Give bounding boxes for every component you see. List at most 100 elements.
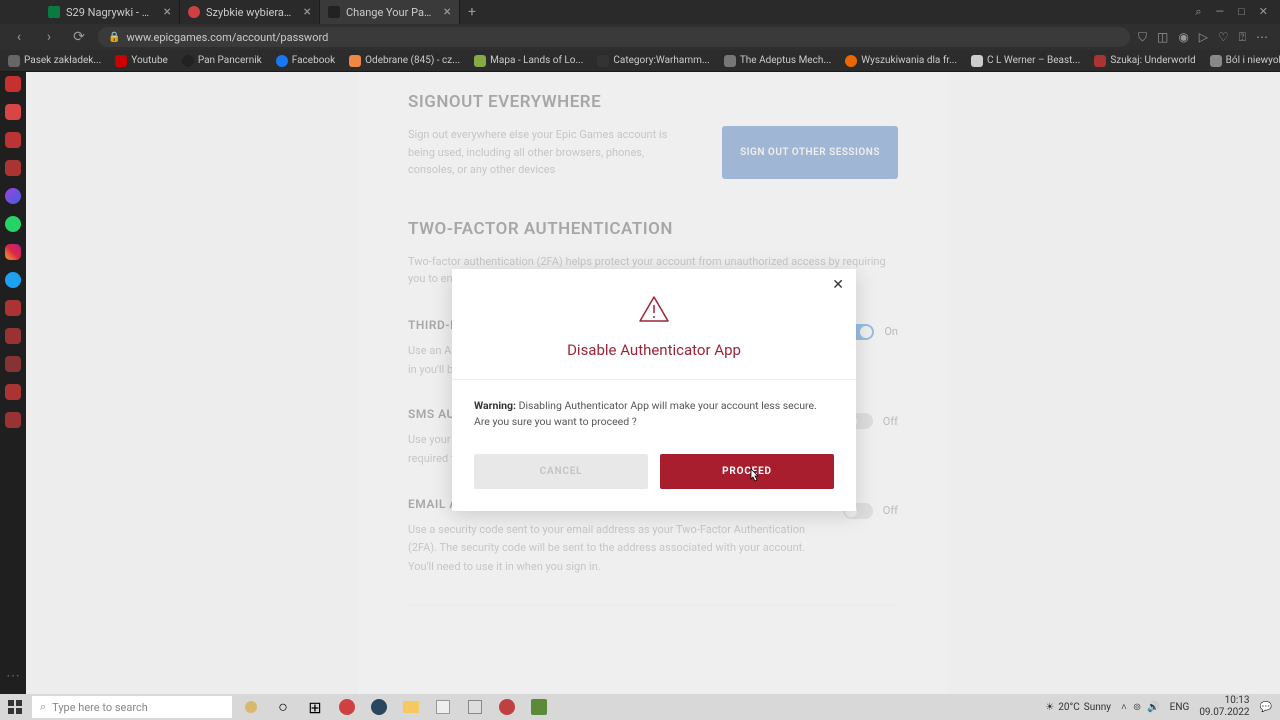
bookmark-item[interactable]: The Adeptus Mech... [724,55,831,67]
close-icon[interactable]: × [444,4,451,20]
tabs-row: S29 Nagrywki - Arkusze G... × Szybkie wy… [0,0,484,24]
bookmark-item[interactable]: Pasek zakładek... [8,55,101,67]
clock[interactable]: 10:13 09.07.2022 [1199,695,1249,719]
tab-sheets[interactable]: S29 Nagrywki - Arkusze G... × [40,0,180,24]
close-window-icon[interactable]: ✕ [1259,5,1268,19]
instagram-icon[interactable] [5,244,21,260]
weather-widget[interactable]: ☀ 20°C Sunny [1045,702,1111,713]
bookmark-label: Facebook [292,55,335,66]
minimize-icon[interactable]: — [1216,5,1225,19]
maximize-icon[interactable]: □ [1238,5,1245,19]
start-button[interactable] [0,694,30,720]
taskbar-app[interactable] [236,694,266,720]
explorer-icon[interactable] [396,694,426,720]
bookmark-item[interactable]: Youtube [115,55,168,67]
modal-buttons: CANCEL PROCEED [474,454,834,489]
cancel-button[interactable]: CANCEL [474,454,648,489]
steam-icon[interactable] [364,694,394,720]
bookmark-item[interactable]: Ból i niewyobrażaln... [1210,55,1280,67]
tab-title: Change Your Password [346,6,434,19]
sidebar-icon[interactable] [5,356,21,372]
sidebar-icon[interactable] [5,328,21,344]
bookmark-item[interactable]: Mapa - Lands of Lo... [474,55,583,67]
url-text: www.epicgames.com/account/password [126,31,328,44]
bookmark-item[interactable]: Szukaj: Underworld [1094,55,1195,67]
new-tab-button[interactable]: + [460,0,484,24]
wifi-icon[interactable]: ⊚ [1133,702,1141,713]
tab-epic-active[interactable]: Change Your Password × [320,0,460,24]
toolbar-icons: ⛉ ◫ ◉ ▷ ♡ ⍰ ⋯ [1138,30,1268,45]
bookmarks-bar: Pasek zakładek... Youtube Pan Pancernik … [0,50,1280,72]
sidebar-more-icon[interactable]: ⋯ [5,668,21,684]
camera-icon[interactable]: ◉ [1178,30,1188,45]
taskview-icon[interactable]: ⊞ [300,694,330,720]
bookmark-item[interactable]: Wyszukiwania dla fr... [845,55,957,67]
cube-icon[interactable]: ◫ [1157,30,1168,45]
tab-title: S29 Nagrywki - Arkusze G... [66,6,154,19]
taskbar-app[interactable] [492,694,522,720]
time: 10:13 [1199,695,1249,707]
browser-titlebar: S29 Nagrywki - Arkusze G... × Szybkie wy… [0,0,1280,24]
close-icon[interactable]: × [164,4,171,20]
forward-button[interactable]: › [38,29,60,45]
sidebar-icon[interactable] [5,104,21,120]
bookmark-label: Pasek zakładek... [24,55,101,66]
play-icon[interactable]: ▷ [1199,30,1208,45]
tray-icons: ˄ ⊚ 🔊 [1121,702,1160,713]
chevron-up-icon[interactable]: ˄ [1121,702,1127,713]
bookmark-label: Youtube [131,55,168,66]
sidebar-icon[interactable] [5,132,21,148]
taskbar-app[interactable] [460,694,490,720]
shield-icon[interactable]: ⛉ [1138,30,1147,45]
cortana-icon[interactable]: ○ [268,694,298,720]
modal-header: ✕ Disable Authenticator App [452,269,856,380]
bookmark-item[interactable]: Facebook [276,55,335,67]
bookmark-item[interactable]: Pan Pancernik [182,55,262,67]
taskbar-search[interactable]: ⌕ Type here to search [32,696,232,718]
address-bar[interactable]: 🔒 www.epicgames.com/account/password [98,27,1130,47]
taskbar-tray: ☀ 20°C Sunny ˄ ⊚ 🔊 ENG 10:13 09.07.2022 … [1045,695,1280,719]
notifications-icon[interactable]: 💬 [1260,702,1272,713]
epic-icon [328,6,340,18]
modal-warning: Warning: Disabling Authenticator App wil… [474,398,834,430]
messenger-icon[interactable] [5,188,21,204]
bookmark-label: Mapa - Lands of Lo... [490,55,583,66]
back-button[interactable]: ‹ [8,29,30,45]
close-icon[interactable]: ✕ [832,277,844,293]
bookmark-label: Category:Warhamm... [613,55,709,66]
sidebar-icon[interactable] [5,76,21,92]
bookmark-item[interactable]: Category:Warhamm... [597,55,709,67]
heart-icon[interactable]: ♡ [1218,30,1229,45]
bookmark-label: Pan Pancernik [198,55,262,66]
reload-button[interactable]: ⟳ [68,29,90,45]
warning-text: Disabling Authenticator App will make yo… [474,399,817,428]
menu-icon[interactable]: ⋯ [1256,30,1268,45]
bookmark-item[interactable]: Odebrane (845) - cz... [349,55,460,67]
close-icon[interactable]: × [304,4,311,20]
opera-app-icon[interactable] [332,694,362,720]
profile-icon[interactable]: ⍰ [1239,30,1246,45]
sidebar-icon[interactable] [5,300,21,316]
tab-title: Szybkie wybieranie [206,6,294,19]
date: 09.07.2022 [1199,707,1249,719]
taskbar-app[interactable] [428,694,458,720]
modal-title: Disable Authenticator App [472,341,836,359]
disable-auth-modal: ✕ Disable Authenticator App Warning: Dis… [452,269,856,511]
sidebar-icon[interactable] [5,384,21,400]
bookmark-item[interactable]: C L Werner – Beast... [971,55,1080,67]
taskbar-app[interactable] [524,694,554,720]
tab-speeddial[interactable]: Szybkie wybieranie × [180,0,320,24]
whatsapp-icon[interactable] [5,216,21,232]
volume-icon[interactable]: 🔊 [1147,702,1159,713]
sidebar-icon[interactable] [5,412,21,428]
lock-icon: 🔒 [108,32,120,43]
opera-icon [188,6,200,18]
twitter-icon[interactable] [5,272,21,288]
sidebar-icon[interactable] [5,160,21,176]
taskbar-apps: ○ ⊞ [236,694,554,720]
language-indicator[interactable]: ENG [1170,702,1190,713]
opera-sidebar: ⋯ [0,72,26,694]
bookmark-label: Ból i niewyobrażaln... [1226,55,1280,66]
search-icon[interactable]: ⌕ [1195,5,1201,19]
bookmark-label: C L Werner – Beast... [987,55,1080,66]
